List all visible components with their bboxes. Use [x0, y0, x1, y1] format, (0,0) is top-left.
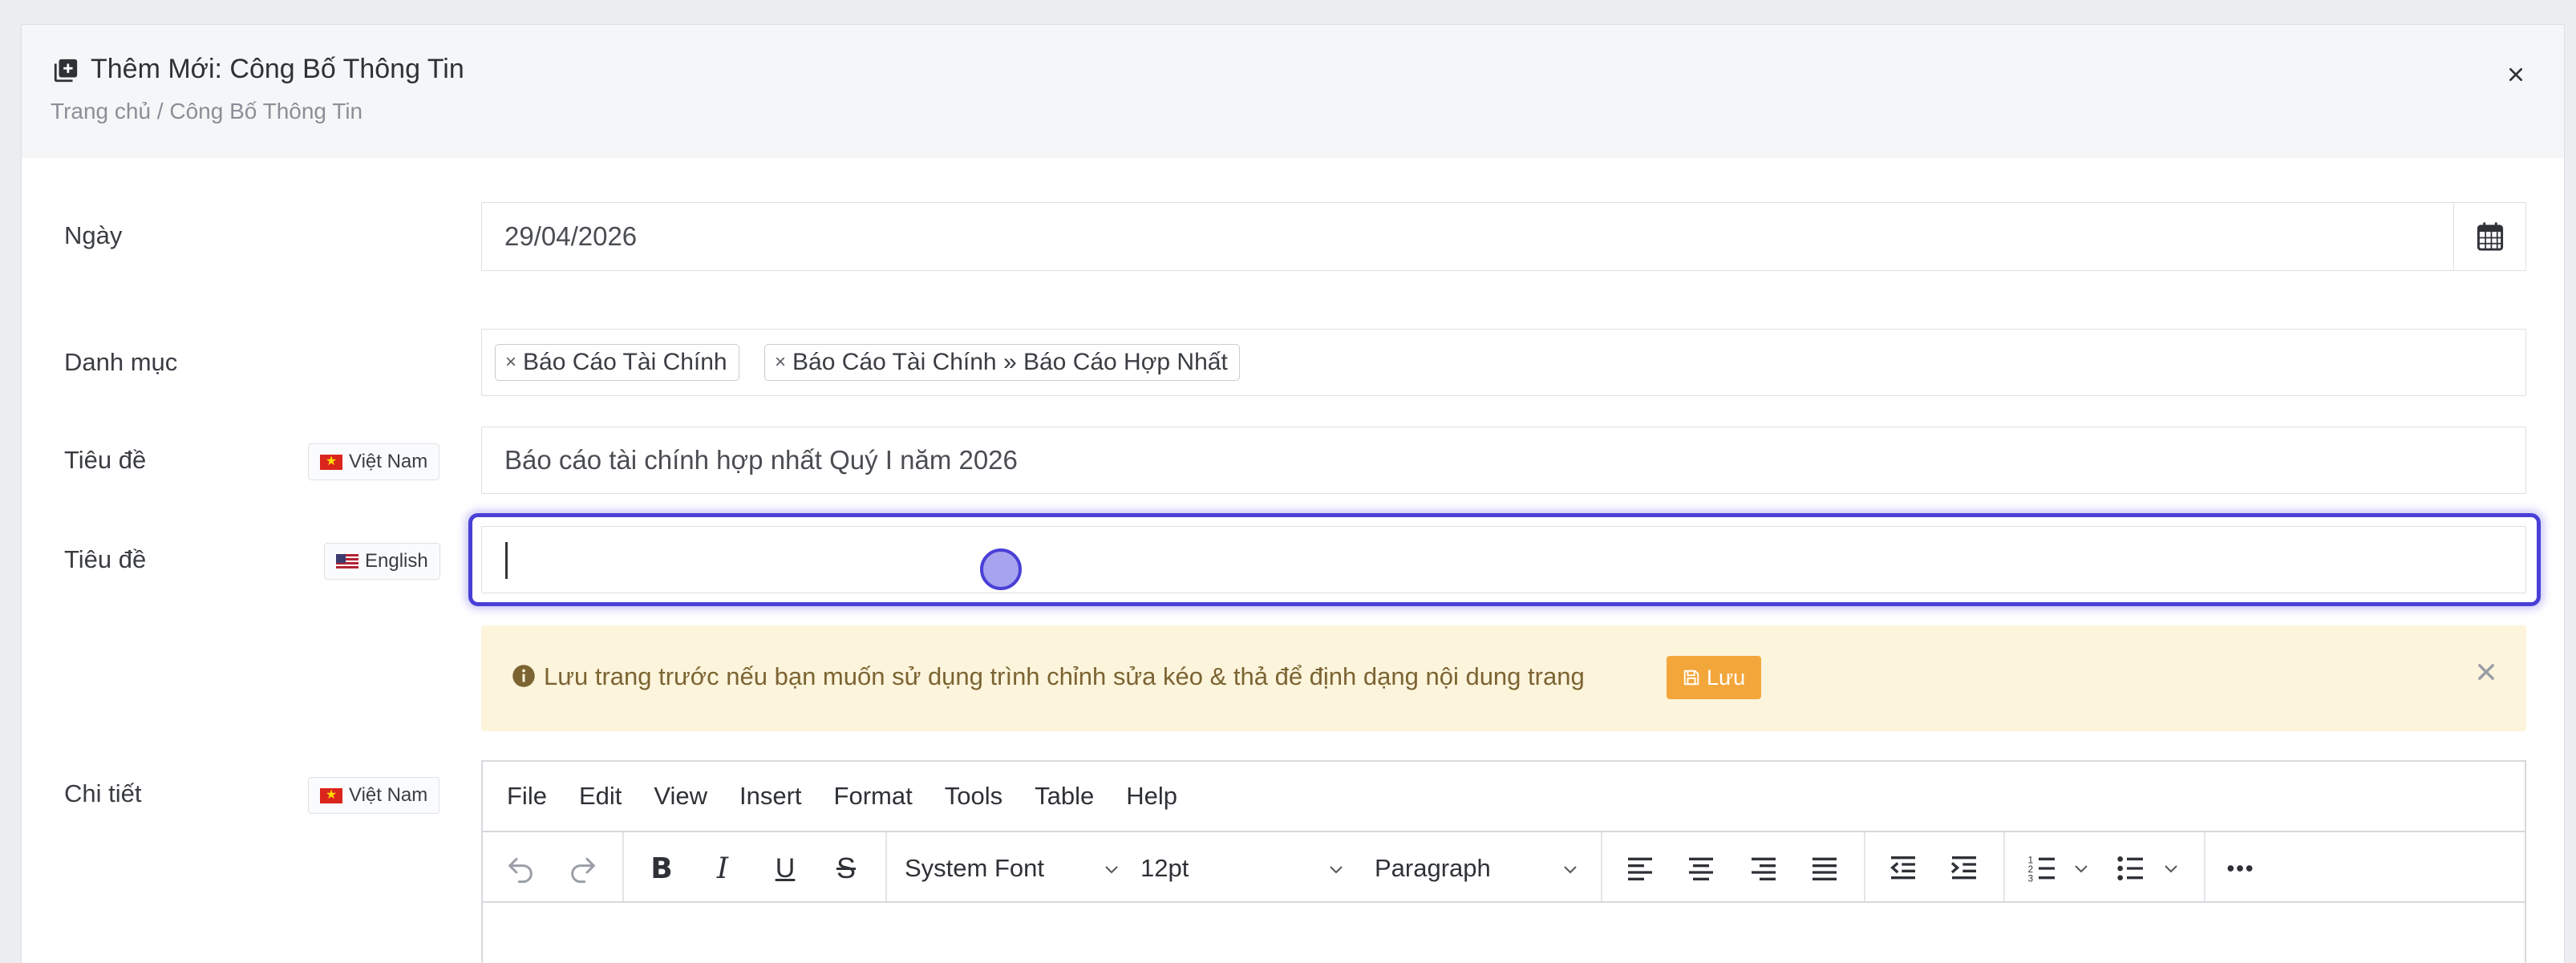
save-icon — [1683, 670, 1699, 686]
toolbar-divider — [885, 832, 887, 901]
toolbar-divider — [1864, 832, 1865, 901]
remove-tag-icon[interactable]: × — [775, 351, 786, 374]
vietnam-flag-icon — [320, 785, 342, 806]
category-tag-label: Báo Cáo Tài Chính » Báo Cáo Hợp Nhất — [792, 349, 1228, 375]
category-tag: × Báo Cáo Tài Chính » Báo Cáo Hợp Nhất — [764, 344, 1240, 381]
toolbar-divider — [1601, 832, 1602, 901]
editor-menubar: File Edit View Insert Format Tools Table… — [483, 762, 2525, 832]
save-button-label: Lưu — [1707, 665, 1746, 690]
save-button[interactable]: Lưu — [1667, 656, 1762, 699]
modal-header: Thêm Mới: Công Bố Thông Tin Trang chủ / … — [22, 25, 2564, 158]
close-icon[interactable] — [2503, 62, 2529, 87]
bullet-list-icon[interactable] — [2111, 848, 2151, 888]
rich-text-editor[interactable]: File Edit View Insert Format Tools Table… — [481, 760, 2526, 963]
indent-icon[interactable] — [1944, 848, 1984, 888]
calendar-icon — [2477, 222, 2503, 251]
menu-help[interactable]: Help — [1126, 782, 1177, 811]
title-vi-value: Báo cáo tài chính hợp nhất Quý I năm 202… — [504, 445, 1018, 475]
lang-label: Việt Nam — [349, 451, 428, 472]
chevron-down-icon[interactable] — [2069, 848, 2093, 888]
font-family-select[interactable]: System Font — [905, 848, 1121, 888]
menu-table[interactable]: Table — [1035, 782, 1094, 811]
text-caret — [505, 542, 508, 579]
numbered-list-icon[interactable]: 123 — [2023, 848, 2063, 888]
us-flag-icon — [336, 553, 358, 569]
menu-insert[interactable]: Insert — [739, 782, 802, 811]
alert-message: Lưu trang trước nếu bạn muốn sử dụng trì… — [544, 662, 1585, 690]
remove-tag-icon[interactable]: × — [505, 351, 516, 374]
info-icon — [512, 665, 535, 687]
focus-ring — [468, 513, 2541, 606]
font-size-value: 12pt — [1140, 854, 1189, 882]
chevron-down-icon[interactable] — [2159, 848, 2183, 888]
block-format-select[interactable]: Paragraph — [1375, 848, 1580, 888]
menu-file[interactable]: File — [507, 782, 547, 811]
italic-icon[interactable]: I — [703, 848, 743, 888]
align-justify-icon[interactable] — [1804, 848, 1845, 888]
more-icon[interactable] — [2220, 848, 2260, 888]
chevron-down-icon — [1564, 866, 1577, 874]
title-en-label: Tiêu đề — [64, 545, 147, 573]
category-label: Danh mục — [64, 348, 178, 376]
menu-view[interactable]: View — [654, 782, 707, 811]
toolbar-divider — [2003, 832, 2005, 901]
toolbar-divider — [2204, 832, 2205, 901]
alert-close-icon[interactable] — [2475, 661, 2497, 683]
info-alert: Lưu trang trước nếu bạn muốn sử dụng trì… — [481, 625, 2526, 731]
lang-vi-badge[interactable]: Việt Nam — [308, 443, 440, 480]
svg-text:3: 3 — [2028, 874, 2033, 884]
add-document-icon — [54, 59, 78, 83]
bold-icon[interactable]: B — [642, 848, 682, 888]
calendar-button[interactable] — [2453, 203, 2525, 270]
block-format-value: Paragraph — [1375, 854, 1491, 882]
align-left-icon[interactable] — [1620, 848, 1660, 888]
vietnam-flag-icon — [320, 451, 342, 472]
align-center-icon[interactable] — [1681, 848, 1721, 888]
detail-label: Chi tiết — [64, 779, 142, 807]
date-value: 29/04/2026 — [504, 221, 638, 251]
lang-label: Việt Nam — [349, 784, 428, 806]
lang-en-badge[interactable]: English — [324, 543, 440, 580]
undo-icon[interactable] — [500, 848, 541, 888]
mouse-cursor — [980, 548, 1022, 590]
lang-vi-badge[interactable]: Việt Nam — [308, 777, 440, 814]
font-family-value: System Font — [905, 854, 1044, 882]
font-size-select[interactable]: 12pt — [1140, 848, 1346, 888]
menu-format[interactable]: Format — [834, 782, 913, 811]
title-vi-input[interactable]: Báo cáo tài chính hợp nhất Quý I năm 202… — [481, 427, 2526, 494]
align-right-icon[interactable] — [1744, 848, 1784, 888]
lang-label: English — [365, 550, 428, 572]
title-vi-label: Tiêu đề — [64, 446, 147, 474]
outdent-icon[interactable] — [1883, 848, 1923, 888]
chevron-down-icon — [1105, 866, 1118, 874]
toolbar-divider — [622, 832, 624, 901]
date-field[interactable]: 29/04/2026 — [481, 202, 2526, 271]
menu-edit[interactable]: Edit — [579, 782, 622, 811]
menu-tools[interactable]: Tools — [945, 782, 1002, 811]
category-tag-label: Báo Cáo Tài Chính — [523, 349, 727, 375]
underline-icon[interactable]: U — [765, 848, 805, 888]
redo-icon[interactable] — [563, 848, 603, 888]
breadcrumb: Trang chủ / Công Bố Thông Tin — [51, 99, 363, 123]
page-title: Thêm Mới: Công Bố Thông Tin — [91, 54, 464, 84]
editor-toolbar: B I U S System Font 12pt Paragraph 1 2 3 — [483, 832, 2525, 903]
strikethrough-icon[interactable]: S — [826, 848, 866, 888]
date-label: Ngày — [64, 221, 123, 249]
chevron-down-icon — [1330, 866, 1343, 874]
category-select[interactable]: × Báo Cáo Tài Chính × Báo Cáo Tài Chính … — [481, 329, 2526, 396]
category-tag: × Báo Cáo Tài Chính — [495, 344, 739, 381]
